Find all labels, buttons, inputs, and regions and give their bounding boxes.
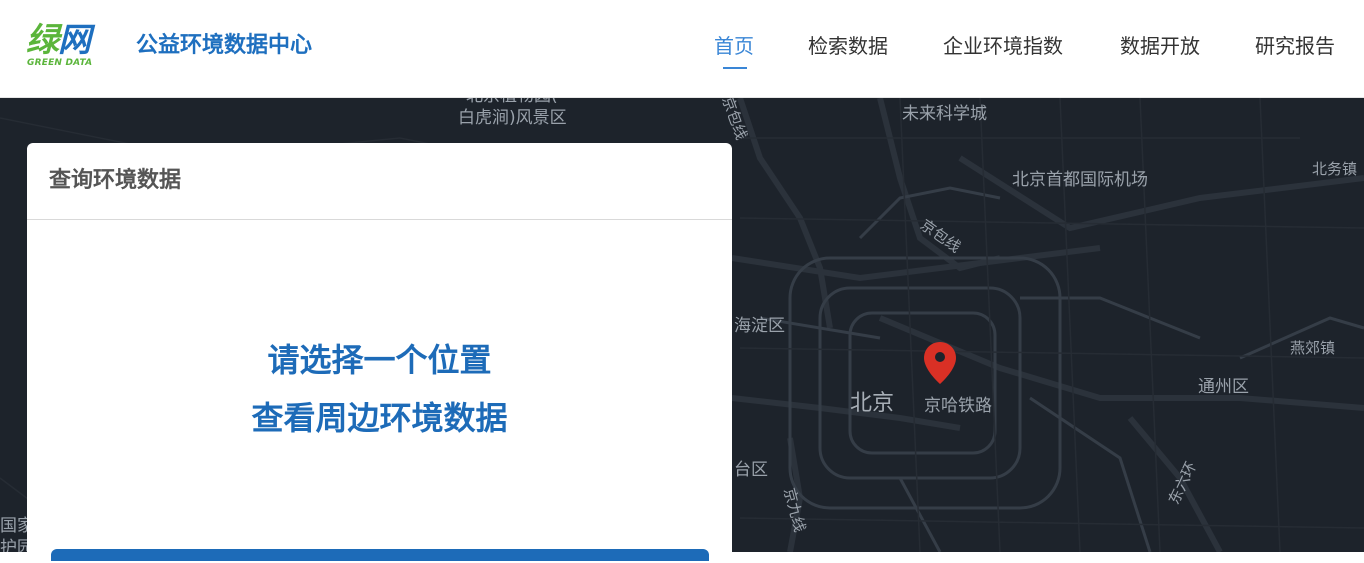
- panel-title: 查询环境数据: [49, 168, 182, 193]
- site-title: 公益环境数据中心: [136, 33, 313, 58]
- map-label: 通州区: [1198, 377, 1249, 397]
- map-label: 海淀区: [734, 316, 785, 336]
- nav-open-data[interactable]: 数据开放: [1120, 32, 1200, 60]
- nav-search-data[interactable]: 检索数据: [808, 32, 888, 60]
- query-panel: 查询环境数据 请选择一个位置 查看周边环境数据: [27, 143, 732, 563]
- map-label: 台区: [734, 460, 768, 480]
- map-label: 京哈铁路: [924, 396, 992, 416]
- logo-subtitle: GREEN DATA: [27, 58, 93, 68]
- map-label: 未来科学城: [902, 104, 987, 124]
- panel-body: 请选择一个位置 查看周边环境数据: [27, 221, 732, 447]
- nav-research-reports[interactable]: 研究报告: [1255, 32, 1335, 60]
- site-logo[interactable]: 绿网 GREEN DATA: [26, 22, 122, 70]
- prompt-line-2: 查看周边环境数据: [251, 399, 508, 437]
- map-label: 白虎涧)风景区: [458, 108, 567, 128]
- prompt-line-1: 请选择一个位置: [267, 341, 492, 379]
- map-label: 北京首都国际机场: [1012, 170, 1148, 190]
- panel-action-button[interactable]: [51, 549, 709, 561]
- nav-enterprise-index[interactable]: 企业环境指数: [943, 32, 1063, 60]
- panel-header: 查询环境数据: [27, 143, 732, 220]
- logo-text: 绿网: [26, 20, 91, 59]
- map-label: 燕郊镇: [1290, 339, 1336, 357]
- map-label: 北务镇: [1312, 160, 1358, 178]
- nav-home[interactable]: 首页: [714, 32, 754, 69]
- map-label: 北京: [850, 391, 895, 416]
- location-pin-icon[interactable]: [922, 340, 958, 386]
- active-nav-indicator: [723, 67, 747, 69]
- site-header: 绿网 GREEN DATA 公益环境数据中心 首页 检索数据 企业环境指数 数据…: [0, 0, 1364, 98]
- map-label: 北京植物园(: [466, 98, 558, 106]
